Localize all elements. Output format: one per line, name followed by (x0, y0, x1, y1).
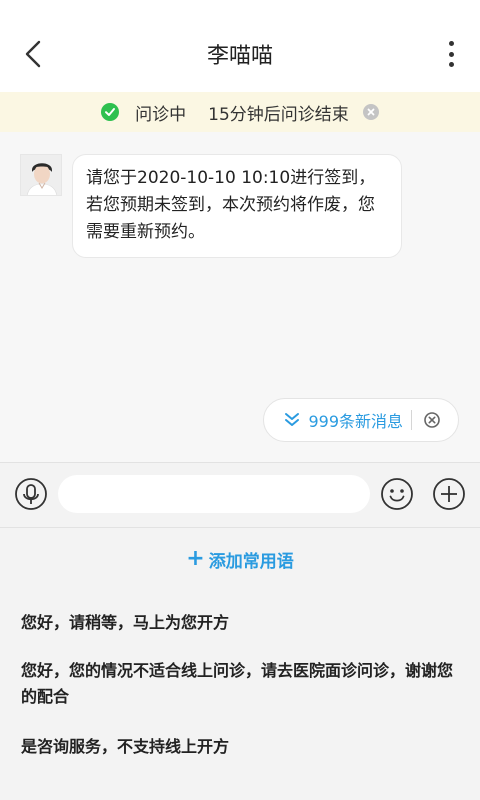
more-button[interactable] (444, 38, 458, 70)
phrase-item[interactable]: 是咨询服务，不支持线上开方 (21, 734, 461, 760)
plus-icon: + (186, 546, 205, 571)
voice-input-button[interactable] (14, 477, 48, 511)
status-countdown: 15分钟后问诊结束 (208, 104, 349, 125)
add-common-phrase-label: 添加常用语 (208, 551, 294, 572)
close-circle-icon[interactable] (422, 410, 442, 430)
more-actions-button[interactable] (432, 477, 466, 511)
navbar: 李喵喵 (0, 0, 480, 92)
message-input[interactable] (58, 475, 370, 513)
message-bubble[interactable]: 请您于2020-10-10 10:10进行签到，若您预期未签到，本次预约将作废，… (72, 154, 402, 258)
plus-circle-icon (433, 478, 465, 510)
emoji-button[interactable] (380, 477, 414, 511)
consultation-status-banner: 问诊中 15分钟后问诊结束 (0, 92, 480, 132)
new-messages-pill[interactable]: 999条新消息 (263, 398, 459, 442)
more-vertical-icon (448, 41, 454, 46)
chat-area[interactable]: 请您于2020-10-10 10:10进行签到，若您预期未签到，本次预约将作废，… (0, 132, 480, 462)
phrase-item[interactable]: 您好，您的情况不适合线上问诊，请去医院面诊问诊，谢谢您的配合 (21, 658, 461, 710)
status-label: 问诊中 (135, 104, 187, 125)
doctor-avatar[interactable] (20, 154, 62, 196)
common-phrases-panel: + 添加常用语 您好，请稍等，马上为您开方 您好，您的情况不适合线上问诊，请去医… (0, 528, 480, 800)
add-common-phrase-button[interactable]: + 添加常用语 (0, 546, 480, 572)
microphone-icon (15, 478, 47, 510)
new-messages-label: 999条新消息 (308, 412, 403, 431)
more-dot (448, 51, 454, 57)
smile-icon (381, 478, 413, 510)
more-dot (448, 62, 454, 67)
phrase-item[interactable]: 您好，请稍等，马上为您开方 (21, 610, 461, 636)
pill-divider (411, 410, 412, 430)
page-title: 李喵喵 (206, 44, 273, 69)
input-bar (0, 462, 480, 528)
double-chevron-down-icon (285, 413, 300, 426)
check-circle-icon (101, 103, 120, 121)
close-circle-icon[interactable] (362, 104, 379, 120)
